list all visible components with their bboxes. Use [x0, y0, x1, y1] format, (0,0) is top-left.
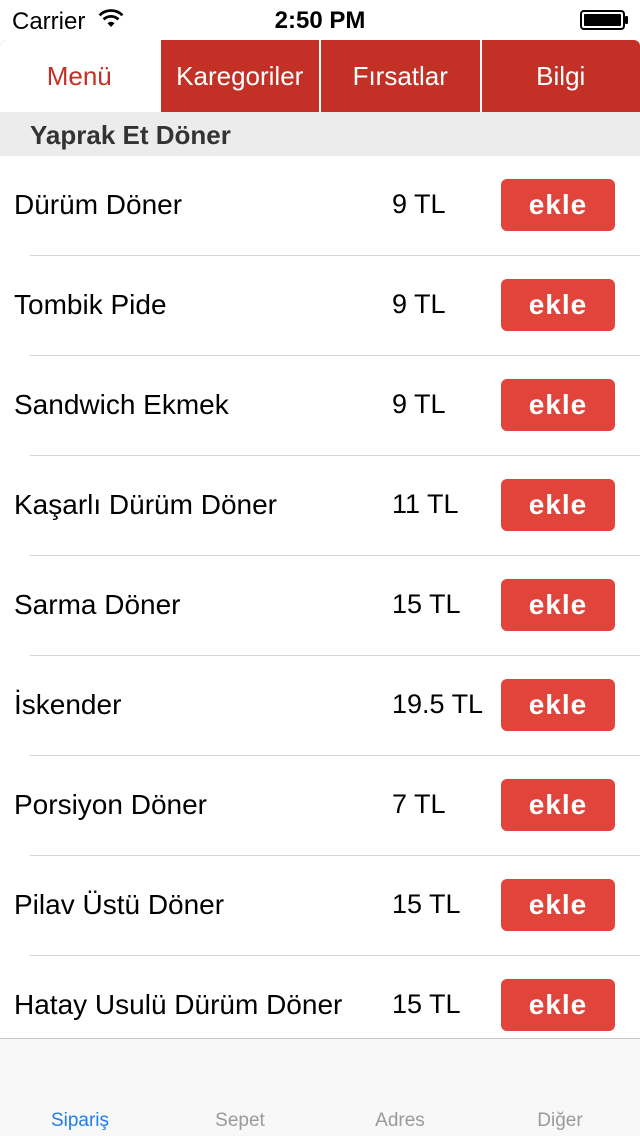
- list-item: İskender 19.5 TL ekle: [0, 656, 640, 756]
- item-price: 19.5 TL: [392, 689, 484, 719]
- item-name: Dürüm Döner: [14, 189, 183, 220]
- tab-other-label: Diğer: [537, 1110, 583, 1131]
- menu-list[interactable]: Dürüm Döner 9 TL ekle Tombik Pide 9 TL e…: [0, 156, 640, 1038]
- item-name: Kaşarlı Dürüm Döner: [14, 489, 277, 520]
- list-item: Tombik Pide 9 TL ekle: [0, 256, 640, 356]
- add-button[interactable]: ekle: [501, 479, 615, 531]
- bottom-tab-bar: Sipariş Sepet Adres Diğer: [0, 1038, 640, 1136]
- tab-deals[interactable]: Fırsatlar: [319, 40, 480, 112]
- status-time: 2:50 PM: [274, 7, 366, 34]
- list-item: Kaşarlı Dürüm Döner 11 TL ekle: [0, 456, 640, 556]
- section-header: Yaprak Et Döner: [0, 112, 640, 156]
- item-price: 15 TL: [392, 989, 461, 1019]
- list-item: Sarma Döner 15 TL ekle: [0, 556, 640, 656]
- item-name: Sarma Döner: [14, 589, 181, 620]
- list-item: Porsiyon Döner 7 TL ekle: [0, 756, 640, 856]
- tab-cart[interactable]: Sepet: [160, 1039, 320, 1136]
- item-price: 7 TL: [392, 789, 446, 819]
- tab-menu[interactable]: Menü: [0, 40, 159, 112]
- list-item: Sandwich Ekmek 9 TL ekle: [0, 356, 640, 456]
- top-tab-bar: Menü Karegoriler Fırsatlar Bilgi: [0, 40, 640, 112]
- tab-info[interactable]: Bilgi: [479, 40, 640, 112]
- battery-icon: [580, 10, 628, 30]
- tab-other[interactable]: Diğer: [480, 1039, 640, 1136]
- item-price: 15 TL: [392, 889, 461, 919]
- add-button[interactable]: ekle: [501, 179, 615, 231]
- item-price: 11 TL: [392, 489, 459, 519]
- add-button[interactable]: ekle: [501, 979, 615, 1031]
- item-name: Hatay Usulü Dürüm Döner: [14, 989, 343, 1020]
- item-name: İskender: [14, 689, 122, 720]
- tab-cart-label: Sepet: [215, 1110, 265, 1131]
- item-price: 9 TL: [392, 189, 446, 219]
- item-name: Porsiyon Döner: [14, 789, 207, 820]
- add-button[interactable]: ekle: [501, 579, 615, 631]
- status-bar: Carrier 2:50 PM: [0, 0, 640, 40]
- item-name: Pilav Üstü Döner: [14, 889, 225, 920]
- tab-order[interactable]: Sipariş: [0, 1039, 160, 1136]
- item-name: Tombik Pide: [14, 289, 167, 320]
- list-item: Pilav Üstü Döner 15 TL ekle: [0, 856, 640, 956]
- tab-address-label: Adres: [375, 1110, 425, 1131]
- tab-address[interactable]: Adres: [320, 1039, 480, 1136]
- item-price: 9 TL: [392, 389, 446, 419]
- add-button[interactable]: ekle: [501, 779, 615, 831]
- add-button[interactable]: ekle: [501, 279, 615, 331]
- list-item: Dürüm Döner 9 TL ekle: [0, 156, 640, 256]
- list-item: Hatay Usulü Dürüm Döner 15 TL ekle: [0, 956, 640, 1038]
- item-price: 15 TL: [392, 589, 461, 619]
- tab-categories[interactable]: Karegoriler: [158, 40, 320, 112]
- add-button[interactable]: ekle: [501, 679, 615, 731]
- add-button[interactable]: ekle: [501, 879, 615, 931]
- item-price: 9 TL: [392, 289, 446, 319]
- item-name: Sandwich Ekmek: [14, 389, 229, 420]
- section-title: Yaprak Et Döner: [30, 120, 231, 150]
- add-button[interactable]: ekle: [501, 379, 615, 431]
- tab-order-label: Sipariş: [50, 1110, 110, 1131]
